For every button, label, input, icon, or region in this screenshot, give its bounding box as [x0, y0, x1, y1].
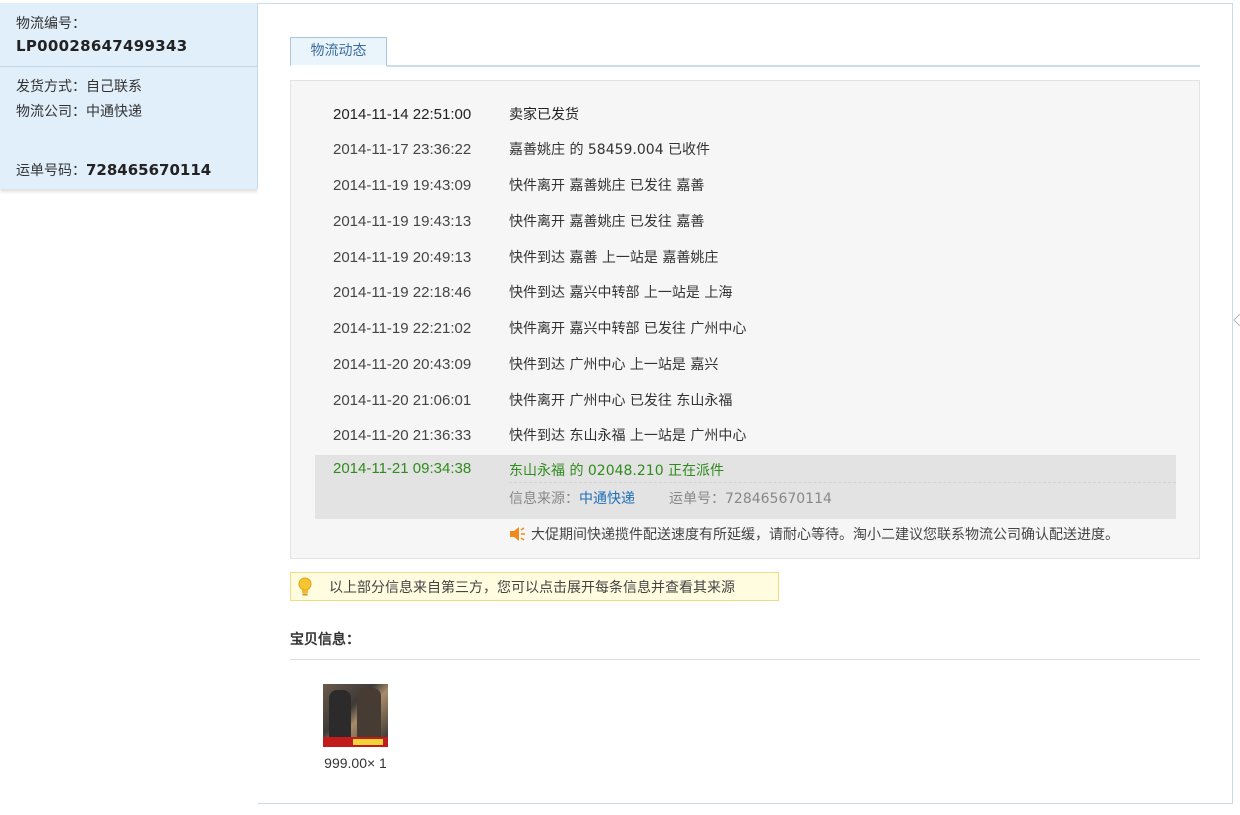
timeline-time: 2014-11-19 20:49:13	[333, 249, 472, 266]
lightbulb-icon	[298, 577, 312, 595]
timeline-desc: 快件到达 嘉兴中转部 上一站是 上海	[509, 285, 733, 301]
info-source-label: 信息来源：	[509, 491, 579, 507]
timeline-row: 2014-11-19 19:43:13 快件离开 嘉善姚庄 已发往 嘉善	[291, 207, 1199, 237]
timeline-row: 2014-11-14 22:51:00 卖家已发货	[291, 100, 1199, 130]
delay-notice-text: 大促期间快递揽件配送速度有所延缓，请耐心等待。淘小二建议您联系物流公司确认配送进…	[531, 527, 1119, 543]
current-waybill: 运单号：728465670114	[669, 491, 832, 507]
timeline-time: 2014-11-14 22:51:00	[333, 106, 472, 123]
tip-text: 以上部分信息来自第三方，您可以点击展开每条信息并查看其来源	[329, 579, 735, 596]
company-label: 物流公司：	[16, 104, 86, 120]
timeline-row: 2014-11-19 22:18:46 快件到达 嘉兴中转部 上一站是 上海	[291, 278, 1199, 308]
timeline-row: 2014-11-20 21:36:33 快件到达 东山永福 上一站是 广州中心	[291, 421, 1199, 451]
timeline-time: 2014-11-19 22:18:46	[333, 284, 472, 301]
company-line: 物流公司：中通快递	[16, 100, 257, 125]
timeline-time: 2014-11-17 23:36:22	[333, 141, 472, 158]
item-card[interactable]: 999.00× 1	[318, 684, 393, 771]
shipping-details-block: 发货方式：自己联系 物流公司：中通快递 运单号码：728465670114	[0, 67, 257, 184]
current-desc: 东山永福 的 02048.210 正在派件	[509, 463, 725, 479]
info-source-link[interactable]: 中通快递	[579, 491, 635, 507]
timeline-desc: 快件到达 嘉善 上一站是 嘉善姚庄	[509, 250, 719, 266]
timeline-row: 2014-11-20 21:06:01 快件离开 广州中心 已发往 东山永福	[291, 386, 1199, 416]
timeline-desc: 卖家已发货	[509, 107, 579, 123]
timeline-time: 2014-11-20 21:06:01	[333, 392, 472, 409]
timeline-time: 2014-11-20 20:43:09	[333, 356, 472, 373]
logistics-number-block: 物流编号： LP00028647499343	[0, 3, 257, 67]
logistics-number: LP00028647499343	[16, 37, 188, 55]
timeline-row: 2014-11-19 20:49:13 快件到达 嘉善 上一站是 嘉善姚庄	[291, 243, 1199, 273]
tab-bar: 物流动态	[290, 37, 1200, 67]
timeline-desc: 快件离开 广州中心 已发往 东山永福	[509, 393, 733, 409]
timeline-desc: 快件到达 东山永福 上一站是 广州中心	[509, 428, 747, 444]
tab-logistics-updates[interactable]: 物流动态	[290, 37, 387, 67]
waybill-line: 运单号码：728465670114	[16, 158, 257, 184]
timeline-time: 2014-11-19 19:43:13	[333, 213, 472, 230]
third-party-tip: 以上部分信息来自第三方，您可以点击展开每条信息并查看其来源	[290, 572, 779, 601]
row-divider	[509, 482, 1176, 483]
item-info-title: 宝贝信息：	[290, 630, 1200, 660]
timeline-time: 2014-11-19 22:21:02	[333, 320, 472, 337]
timeline-current-row: 2014-11-21 09:34:38 东山永福 的 02048.210 正在派…	[315, 455, 1176, 519]
waybill-label: 运单号码：	[16, 163, 86, 179]
main-panel: 物流动态 2014-11-14 22:51:00 卖家已发货 2014-11-1…	[258, 3, 1233, 804]
timeline-desc: 快件到达 广州中心 上一站是 嘉兴	[509, 357, 719, 373]
ship-method-label: 发货方式：	[16, 79, 86, 95]
company-value: 中通快递	[86, 104, 142, 120]
timeline-time: 2014-11-19 19:43:09	[333, 177, 472, 194]
timeline-time: 2014-11-20 21:36:33	[333, 427, 472, 444]
scroll-arrow-icon[interactable]	[1232, 312, 1240, 328]
current-time: 2014-11-21 09:34:38	[333, 460, 472, 477]
timeline-row: 2014-11-19 19:43:09 快件离开 嘉善姚庄 已发往 嘉善	[291, 171, 1199, 201]
logistics-timeline: 2014-11-14 22:51:00 卖家已发货 2014-11-17 23:…	[290, 80, 1200, 559]
timeline-desc: 嘉善姚庄 的 58459.004 已收件	[509, 142, 711, 158]
ship-method-value: 自己联系	[86, 79, 142, 95]
delay-notice: 大促期间快递揽件配送速度有所延缓，请耐心等待。淘小二建议您联系物流公司确认配送进…	[509, 524, 1119, 544]
speaker-icon	[510, 527, 525, 541]
timeline-row: 2014-11-19 22:21:02 快件离开 嘉兴中转部 已发往 广州中心	[291, 314, 1199, 344]
timeline-desc: 快件离开 嘉善姚庄 已发往 嘉善	[509, 214, 705, 230]
item-thumbnail[interactable]	[323, 684, 388, 747]
timeline-desc: 快件离开 嘉善姚庄 已发往 嘉善	[509, 178, 705, 194]
info-source: 信息来源：中通快递	[509, 488, 635, 508]
timeline-row: 2014-11-20 20:43:09 快件到达 广州中心 上一站是 嘉兴	[291, 350, 1199, 380]
ship-method-line: 发货方式：自己联系	[16, 75, 257, 100]
shipment-sidebar: 物流编号： LP00028647499343 发货方式：自己联系 物流公司：中通…	[0, 3, 258, 189]
timeline-desc: 快件离开 嘉兴中转部 已发往 广州中心	[509, 321, 747, 337]
logistics-number-label: 物流编号：	[16, 16, 86, 32]
waybill-number: 728465670114	[86, 161, 212, 179]
timeline-row: 2014-11-17 23:36:22 嘉善姚庄 的 58459.004 已收件	[291, 135, 1199, 165]
item-price: 999.00× 1	[324, 755, 387, 771]
